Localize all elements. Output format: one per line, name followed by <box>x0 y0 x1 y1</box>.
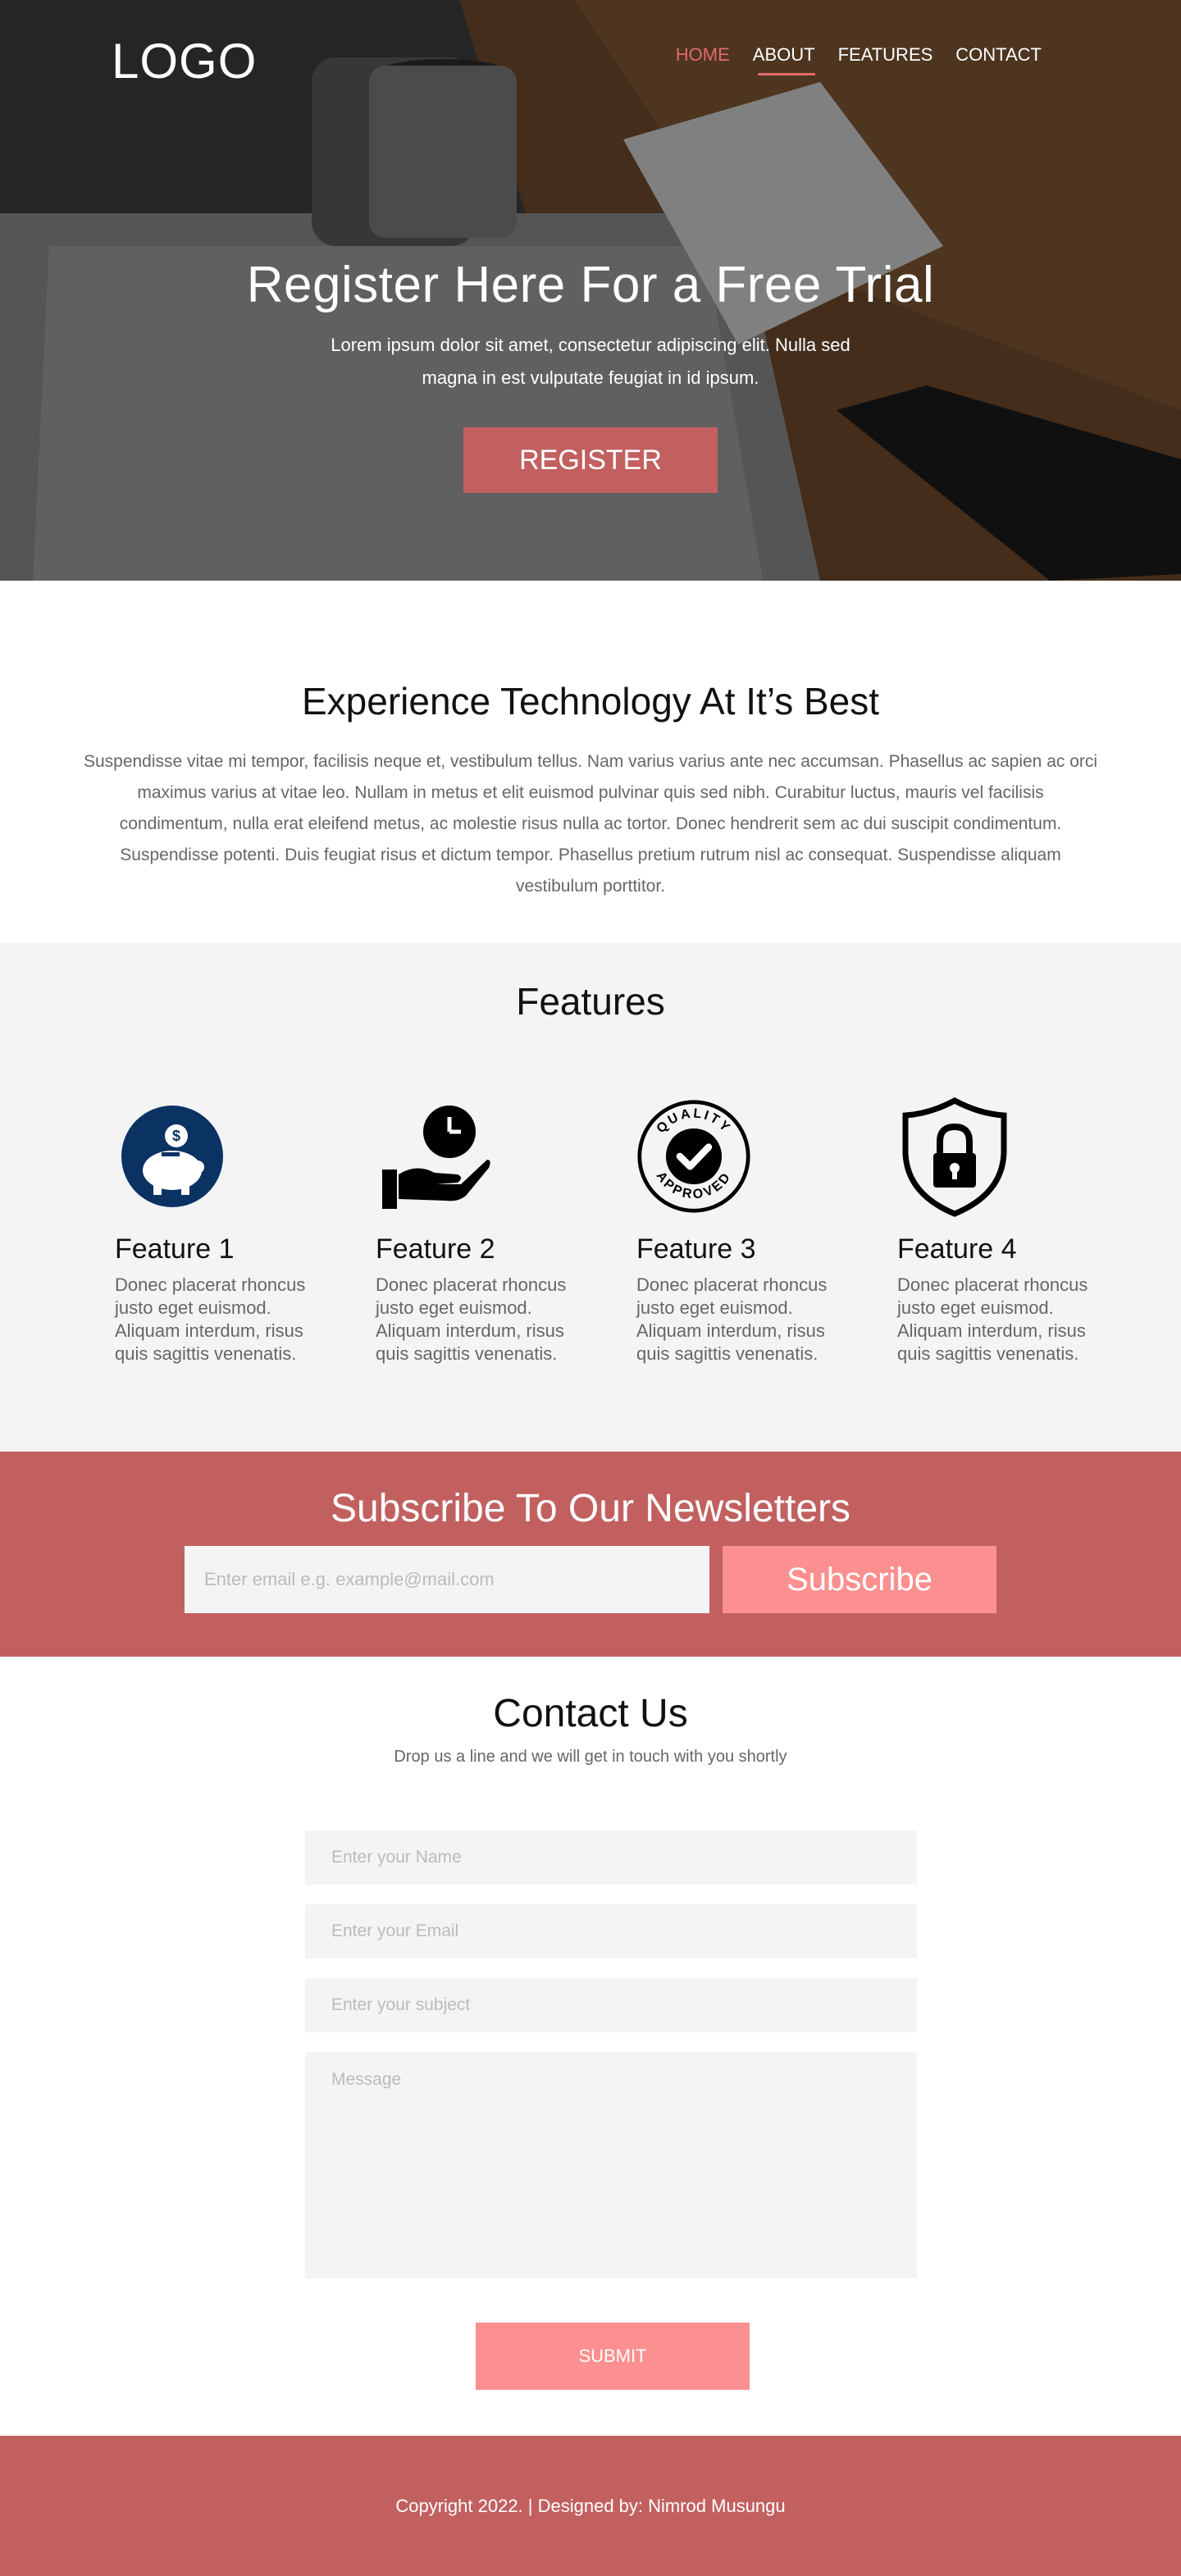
feature-card: Feature 2 Donec placerat rhoncus justo e… <box>376 1097 636 1366</box>
nav-item-about[interactable]: ABOUT <box>753 44 815 75</box>
contact-subtitle: Drop us a line and we will get in touch … <box>394 1748 787 1766</box>
feature-description: Donec placerat rhoncus justo eget euismo… <box>376 1274 567 1364</box>
contact-form <box>305 1831 917 2298</box>
feature-card: QUALITY APPROVED Feature 3 Donec placera… <box>636 1097 897 1366</box>
nav-menu: HOME ABOUT FEATURES CONTACT <box>676 44 1042 75</box>
feature-description: Donec placerat rhoncus justo eget euismo… <box>115 1274 306 1364</box>
feature-name: Feature 1 <box>115 1233 235 1265</box>
contact-title: Contact Us <box>493 1692 688 1735</box>
about-text: Suspendisse vitae mi tempor, facilisis n… <box>83 752 1098 896</box>
newsletter-form: Subscribe <box>0 1546 1181 1613</box>
feature-name: Feature 3 <box>636 1233 756 1265</box>
hero-title: Register Here For a Free Trial <box>246 257 935 313</box>
about-section: Experience Technology At It’s Best Suspe… <box>0 581 1181 943</box>
newsletter-section: Subscribe To Our Newsletters Subscribe <box>0 1452 1181 1657</box>
contact-section: Contact Us Drop us a line and we will ge… <box>0 1657 1181 2436</box>
hand-clock-icon <box>376 1097 490 1215</box>
email-field[interactable] <box>305 1904 917 1958</box>
feature-description: Donec placerat rhoncus justo eget euismo… <box>897 1274 1088 1364</box>
feature-grid: $ Feature 1 Donec placerat rhoncus justo… <box>115 1097 1158 1366</box>
svg-text:$: $ <box>172 1128 180 1144</box>
nav-item-contact[interactable]: CONTACT <box>955 44 1042 75</box>
logo[interactable]: LOGO <box>112 33 257 89</box>
nav-item-features[interactable]: FEATURES <box>838 44 933 75</box>
top-navigation: LOGO HOME ABOUT FEATURES CONTACT <box>0 0 1181 98</box>
hero-subtitle: Lorem ipsum dolor sit amet, consectetur … <box>331 335 850 388</box>
feature-name: Feature 2 <box>376 1233 495 1265</box>
piggy-bank-icon: $ <box>115 1097 230 1215</box>
feature-name: Feature 4 <box>897 1233 1017 1265</box>
hero-section: LOGO HOME ABOUT FEATURES CONTACT Registe… <box>0 0 1181 581</box>
subject-field[interactable] <box>305 1978 917 2032</box>
submit-button[interactable]: SUBMIT <box>476 2323 750 2390</box>
nav-item-home[interactable]: HOME <box>676 44 730 75</box>
newsletter-email-input[interactable] <box>185 1546 709 1613</box>
footer: Copyright 2022. | Designed by: Nimrod Mu… <box>0 2436 1181 2576</box>
features-section: Features $ Feature 1 Donec placerat rhon… <box>0 943 1181 1452</box>
message-field[interactable] <box>305 2052 917 2278</box>
feature-card: Feature 4 Donec placerat rhoncus justo e… <box>897 1097 1158 1366</box>
about-title: Experience Technology At It’s Best <box>301 680 880 723</box>
feature-card: $ Feature 1 Donec placerat rhoncus justo… <box>115 1097 376 1366</box>
shield-lock-icon <box>897 1097 1012 1217</box>
feature-description: Donec placerat rhoncus justo eget euismo… <box>636 1274 828 1364</box>
footer-copyright: Copyright 2022. | Designed by: Nimrod Mu… <box>395 2496 786 2516</box>
register-button[interactable]: REGISTER <box>463 427 718 493</box>
newsletter-title: Subscribe To Our Newsletters <box>330 1487 851 1530</box>
subscribe-button[interactable]: Subscribe <box>723 1546 996 1613</box>
features-title: Features <box>516 980 665 1023</box>
hero-content: Register Here For a Free Trial Lorem ips… <box>0 256 1181 493</box>
name-field[interactable] <box>305 1831 917 1885</box>
quality-approved-icon: QUALITY APPROVED <box>636 1097 751 1215</box>
